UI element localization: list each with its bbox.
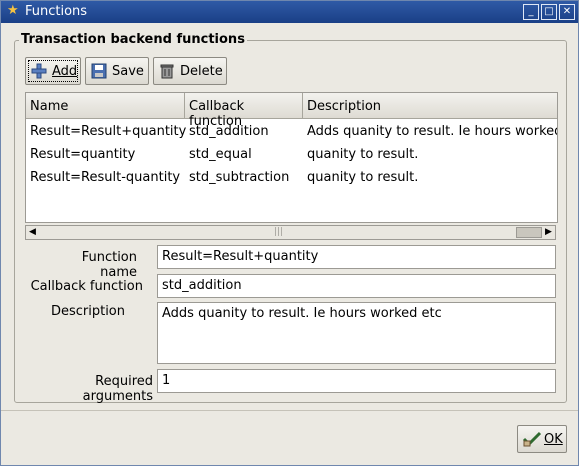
description-label: Description — [50, 304, 125, 319]
close-button[interactable]: ✕ — [559, 4, 575, 20]
add-button[interactable]: Add — [25, 57, 81, 85]
delete-button[interactable]: Delete — [153, 57, 227, 85]
functions-list[interactable]: Name Callback function Description Resul… — [25, 92, 558, 223]
horizontal-scrollbar[interactable]: ◀ ||| ▶ — [25, 225, 556, 240]
save-button-label: Save — [112, 64, 144, 79]
function-name-label: Function name — [81, 250, 137, 280]
title-bar[interactable]: ★ Functions _ □ ✕ — [1, 1, 578, 23]
table-row[interactable]: Result=quantity std_equal quanity to res… — [26, 144, 557, 167]
cell-description: quanity to result. — [307, 170, 419, 185]
cell-description: Adds quanity to result. Ie hours worked — [307, 124, 558, 139]
required-arguments-label: Required arguments — [82, 374, 153, 404]
scroll-right-icon[interactable]: ▶ — [543, 227, 554, 238]
functions-window: ★ Functions _ □ ✕ Transaction backend fu… — [0, 0, 579, 466]
description-textarea[interactable]: Adds quanity to result. Ie hours worked … — [157, 302, 556, 364]
trash-icon — [160, 64, 174, 79]
floppy-disk-icon — [91, 63, 107, 79]
ok-button-label: OK — [544, 432, 563, 447]
cell-name: Result=Result-quantity — [30, 170, 181, 185]
add-button-label: Add — [52, 64, 78, 79]
cell-description: quanity to result. — [307, 147, 419, 162]
column-header-description[interactable]: Description — [303, 93, 557, 119]
group-title: Transaction backend functions — [19, 32, 247, 47]
window-title: Functions — [25, 4, 88, 19]
minimize-button[interactable]: _ — [523, 4, 539, 20]
table-row[interactable]: Result=Result-quantity std_subtraction q… — [26, 167, 557, 190]
function-name-field[interactable]: Result=Result+quantity — [157, 245, 556, 269]
cell-name: Result=Result+quantity — [30, 124, 187, 139]
checkmark-hand-icon — [522, 431, 542, 447]
table-row[interactable]: Result=Result+quantity std_addition Adds… — [26, 121, 557, 144]
delete-button-label: Delete — [180, 64, 223, 79]
scroll-thumb[interactable] — [516, 227, 542, 238]
scroll-grip-icon: ||| — [274, 227, 284, 237]
required-arguments-field[interactable]: 1 — [157, 369, 556, 393]
cell-callback: std_equal — [189, 147, 252, 162]
save-button[interactable]: Save — [85, 57, 149, 85]
scroll-left-icon[interactable]: ◀ — [27, 227, 38, 238]
cell-name: Result=quantity — [30, 147, 136, 162]
callback-function-field[interactable]: std_addition — [157, 274, 556, 298]
star-icon: ★ — [7, 3, 19, 18]
cell-callback: std_subtraction — [189, 170, 290, 185]
column-header-callback[interactable]: Callback function — [185, 93, 303, 129]
cell-callback: std_addition — [189, 124, 269, 139]
separator — [1, 410, 578, 411]
ok-button[interactable]: OK — [517, 425, 567, 453]
plus-icon — [31, 63, 47, 79]
callback-function-label: Callback function — [30, 279, 143, 294]
maximize-button[interactable]: □ — [541, 4, 557, 20]
column-header-name[interactable]: Name — [26, 93, 185, 119]
